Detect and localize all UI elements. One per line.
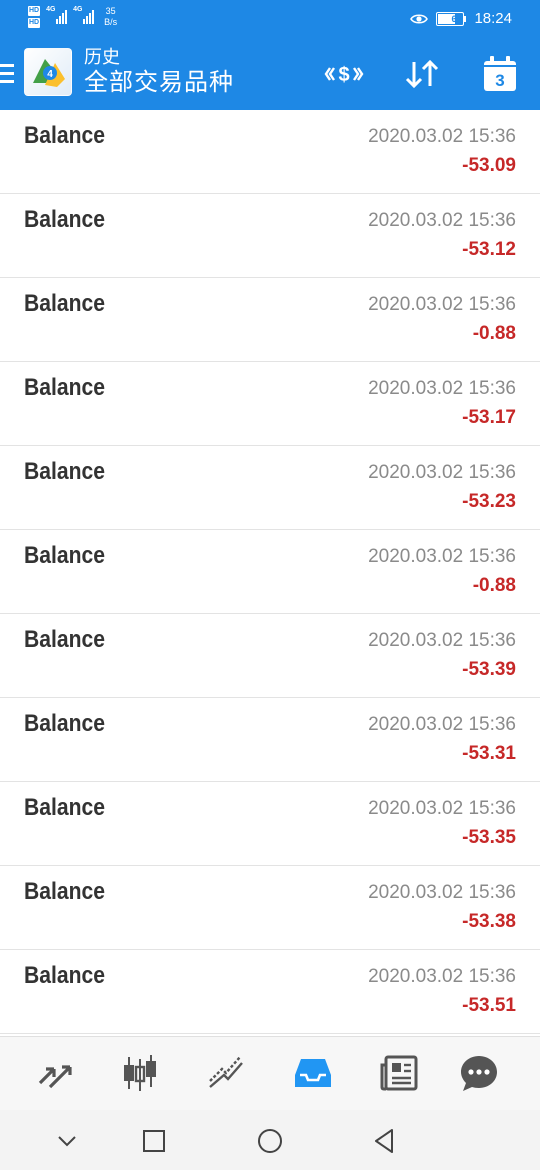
signal-2-icon: 4G (73, 6, 95, 24)
row-timestamp: 2020.03.02 15:36 (368, 462, 516, 483)
row-type-label: Balance (24, 374, 106, 401)
battery-level: 63 (451, 13, 462, 24)
history-row[interactable]: Balance 2020.03.02 15:36 -53.17 (0, 362, 540, 446)
page-subtitle: 历史 (84, 47, 120, 67)
row-type-label: Balance (24, 962, 106, 989)
clock: 18:24 (474, 10, 512, 27)
net-speed-unit: B/s (104, 17, 118, 27)
status-left: HD HD 4G 4G 35 B/s (28, 6, 117, 30)
eye-comfort-icon (410, 13, 429, 24)
network-gen-1: 4G (46, 6, 56, 13)
row-amount: -0.88 (472, 323, 516, 344)
status-right: 63 18:24 (410, 10, 512, 27)
menu-icon[interactable] (0, 64, 14, 86)
chat-icon[interactable] (458, 1053, 500, 1093)
history-row[interactable]: Balance 2020.03.02 15:36 -0.88 (0, 530, 540, 614)
history-row[interactable]: Balance 2020.03.02 15:36 -53.09 (0, 110, 540, 194)
row-amount: -53.17 (462, 407, 516, 428)
row-timestamp: 2020.03.02 15:36 (368, 126, 516, 147)
history-row[interactable]: Balance 2020.03.02 15:36 -53.31 (0, 698, 540, 782)
title-block[interactable]: 历史 全部交易品种 (84, 46, 234, 98)
row-type-label: Balance (24, 122, 106, 149)
row-amount: -53.38 (462, 911, 516, 932)
collapse-icon[interactable] (52, 1126, 82, 1156)
chart-icon[interactable] (119, 1053, 161, 1093)
news-icon[interactable] (378, 1053, 420, 1093)
hd-badge-bottom: HD (28, 18, 41, 28)
calendar-icon[interactable]: 3 (480, 54, 520, 94)
row-type-label: Balance (24, 290, 106, 317)
history-row[interactable]: Balance 2020.03.02 15:36 -53.39 (0, 614, 540, 698)
history-list: Balance 2020.03.02 15:36 -53.09 Balance 2020… (0, 110, 540, 1034)
row-type-label: Balance (24, 710, 106, 737)
back-icon[interactable] (370, 1126, 400, 1156)
system-nav-bar (0, 1110, 540, 1170)
row-type-label: Balance (24, 458, 106, 485)
row-timestamp: 2020.03.02 15:36 (368, 882, 516, 903)
battery-icon: 63 (436, 11, 467, 26)
history-icon[interactable] (292, 1053, 334, 1093)
net-speed: 35 B/s (104, 6, 117, 28)
row-type-label: Balance (24, 878, 106, 905)
row-timestamp: 2020.03.02 15:36 (368, 210, 516, 231)
row-type-label: Balance (24, 626, 106, 653)
svg-text:$: $ (338, 64, 349, 86)
history-row[interactable]: Balance 2020.03.02 15:36 -53.51 (0, 950, 540, 1034)
history-row[interactable]: Balance 2020.03.02 15:36 -53.12 (0, 194, 540, 278)
app-bar: 4 历史 全部交易品种 $ 3 (0, 38, 540, 110)
row-timestamp: 2020.03.02 15:36 (368, 546, 516, 567)
quotes-icon[interactable] (34, 1053, 76, 1093)
row-timestamp: 2020.03.02 15:36 (368, 798, 516, 819)
signal-1-icon: 4G (46, 6, 68, 24)
trade-icon[interactable] (206, 1053, 248, 1093)
row-timestamp: 2020.03.02 15:36 (368, 630, 516, 651)
history-row[interactable]: Balance 2020.03.02 15:36 -53.35 (0, 782, 540, 866)
svg-text:4: 4 (47, 69, 53, 80)
row-type-label: Balance (24, 206, 106, 233)
row-amount: -0.88 (472, 575, 516, 596)
top-bar: HD HD 4G 4G 35 B/s 63 18:24 4 历史 全部交易品种 … (0, 0, 540, 110)
row-amount: -53.12 (462, 239, 516, 260)
recents-icon[interactable] (139, 1126, 169, 1156)
history-row[interactable]: Balance 2020.03.02 15:36 -53.23 (0, 446, 540, 530)
network-gen-2: 4G (73, 6, 83, 13)
row-timestamp: 2020.03.02 15:36 (368, 294, 516, 315)
hd-badge-top: HD (28, 6, 41, 16)
status-bar: HD HD 4G 4G 35 B/s 63 18:24 (0, 0, 540, 38)
row-type-label: Balance (24, 542, 106, 569)
row-amount: -53.09 (462, 155, 516, 176)
history-row[interactable]: Balance 2020.03.02 15:36 -0.88 (0, 278, 540, 362)
sort-icon[interactable] (402, 54, 442, 94)
row-timestamp: 2020.03.02 15:36 (368, 378, 516, 399)
calendar-day: 3 (495, 71, 504, 90)
volte-indicators: HD HD (28, 6, 41, 30)
row-amount: -53.39 (462, 659, 516, 680)
bottom-nav (0, 1036, 540, 1110)
home-icon[interactable] (255, 1126, 285, 1156)
row-amount: -53.31 (462, 743, 516, 764)
row-timestamp: 2020.03.02 15:36 (368, 966, 516, 987)
net-speed-value: 35 (105, 6, 116, 16)
history-row[interactable]: Balance 2020.03.02 15:36 -53.38 (0, 866, 540, 950)
currency-exchange-icon[interactable]: $ (324, 54, 364, 94)
row-amount: -53.35 (462, 827, 516, 848)
page-title: 全部交易品种 (84, 69, 234, 96)
row-amount: -53.51 (462, 995, 516, 1016)
row-timestamp: 2020.03.02 15:36 (368, 714, 516, 735)
row-amount: -53.23 (462, 491, 516, 512)
row-type-label: Balance (24, 794, 106, 821)
metatrader-logo[interactable]: 4 (24, 48, 72, 96)
